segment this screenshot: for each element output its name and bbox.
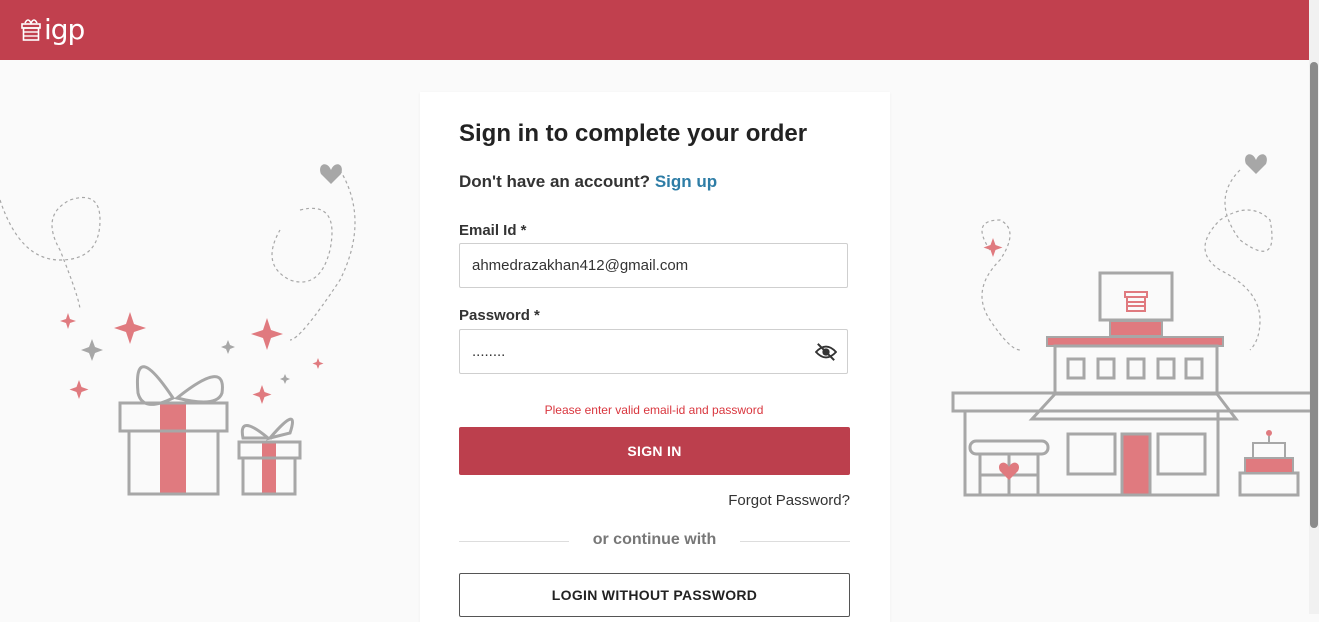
password-field[interactable] — [472, 330, 812, 373]
forgot-password-link[interactable]: Forgot Password? — [728, 492, 850, 509]
logo-text: igp — [44, 13, 85, 46]
email-field-wrapper — [459, 243, 848, 288]
page-scrollbar[interactable] — [1309, 0, 1319, 614]
signin-card: Sign in to complete your order Don't hav… — [420, 92, 890, 622]
or-divider: or continue with — [459, 531, 850, 551]
top-bar: igp — [0, 0, 1309, 60]
password-label: Password * — [459, 307, 540, 324]
gift-icon — [21, 19, 41, 41]
scrollbar-thumb[interactable] — [1310, 62, 1318, 528]
page-title: Sign in to complete your order — [459, 120, 808, 147]
sign-in-button[interactable]: SIGN IN — [459, 427, 850, 475]
email-field[interactable] — [472, 244, 812, 287]
signup-link[interactable]: Sign up — [655, 172, 717, 191]
gifts-illustration — [0, 164, 356, 496]
eye-off-icon[interactable] — [815, 342, 837, 362]
no-account-text: Don't have an account? — [459, 172, 651, 191]
igp-logo[interactable]: igp — [20, 12, 85, 48]
password-field-wrapper — [459, 329, 848, 374]
error-message: Please enter valid email-id and password — [544, 403, 764, 417]
divider-text: or continue with — [592, 531, 717, 548]
signup-prompt: Don't have an account? Sign up — [459, 172, 717, 192]
divider-line-right — [740, 541, 850, 542]
store-illustration — [951, 154, 1310, 497]
email-label: Email Id * — [459, 222, 527, 239]
login-without-password-button[interactable]: LOGIN WITHOUT PASSWORD — [459, 573, 850, 617]
